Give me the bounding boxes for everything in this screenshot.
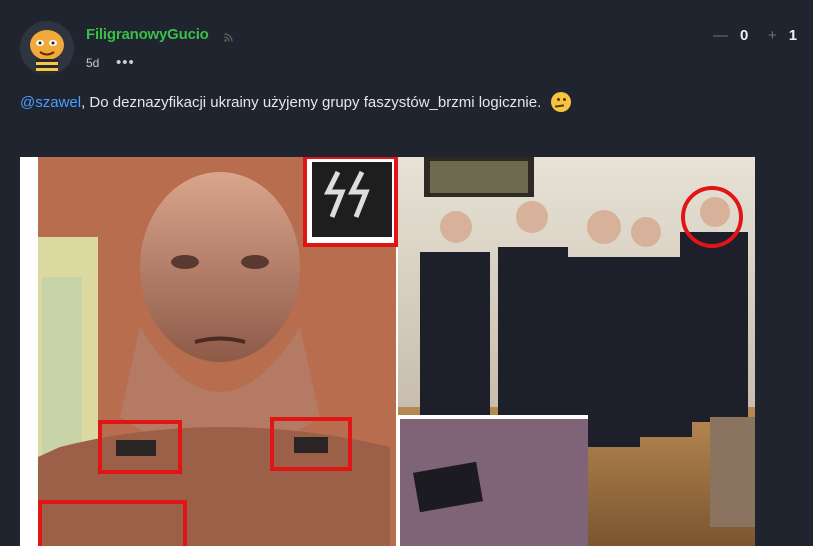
rss-icon [224, 33, 233, 44]
downvote-count: 0 [740, 27, 749, 44]
cartoon-avatar-icon [20, 21, 74, 75]
downvote[interactable]: —0 [713, 27, 748, 44]
thinking-face-icon [551, 92, 572, 112]
collage-image [38, 157, 755, 546]
post-body: @szawel, Do deznazyfikacji ukrainy użyje… [20, 92, 572, 112]
post-age: 5d [86, 56, 100, 70]
post-image[interactable] [20, 157, 755, 546]
more-options-button[interactable]: ••• [116, 54, 135, 71]
minus-icon[interactable]: — [713, 27, 728, 44]
upvote[interactable]: +1 [768, 27, 797, 44]
username-link[interactable]: FiligranowyGucio [86, 26, 209, 43]
avatar[interactable] [20, 21, 74, 75]
post-text: , Do deznazyfikacji ukrainy użyjemy grup… [81, 93, 542, 111]
upvote-count: 1 [788, 27, 798, 44]
plus-icon[interactable]: + [768, 27, 777, 44]
mention-link[interactable]: @szawel [20, 94, 81, 111]
